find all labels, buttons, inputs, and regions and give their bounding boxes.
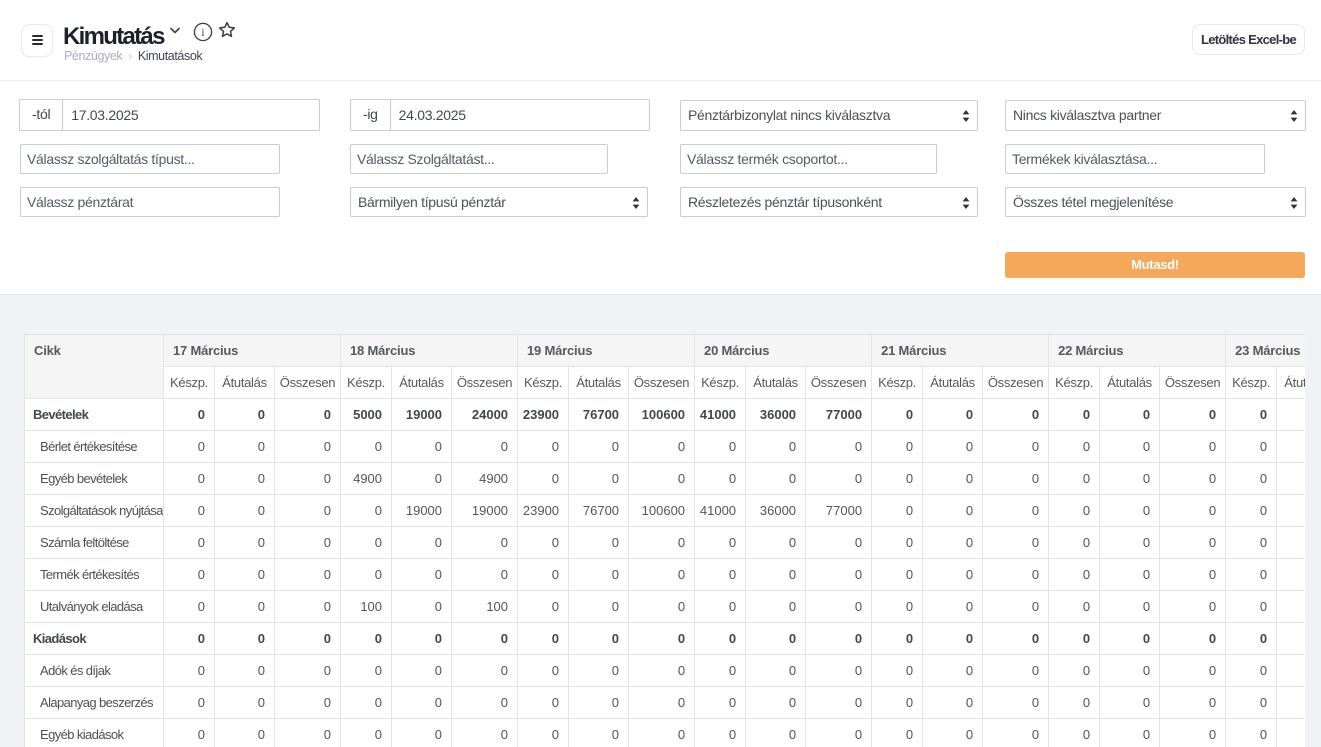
svg-text:i: i bbox=[201, 27, 204, 39]
